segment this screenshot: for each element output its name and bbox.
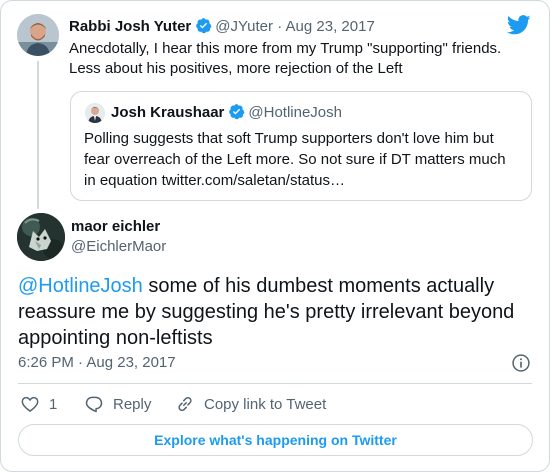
parent-tweet-text: Anecdotally, I hear this more from my Tr…: [69, 40, 502, 77]
person-photo-avatar: [17, 14, 59, 56]
like-count: 1: [49, 395, 58, 413]
like-button[interactable]: 1: [20, 393, 57, 415]
reply-button[interactable]: Reply: [84, 393, 151, 415]
main-author-name[interactable]: maor eichler: [71, 217, 160, 237]
link-chain-icon: [178, 396, 192, 412]
wolf-photo-avatar: [17, 213, 65, 261]
tweet-timestamp[interactable]: 6:26 PM · Aug 23, 2017: [18, 353, 176, 373]
quoted-author-avatar: [85, 103, 105, 123]
info-icon[interactable]: [511, 353, 531, 373]
explore-twitter-button[interactable]: Explore what's happening on Twitter: [18, 424, 533, 456]
verified-badge-icon: [196, 18, 212, 34]
quoted-author-name[interactable]: Josh Kraushaar: [111, 104, 224, 121]
reply-label: Reply: [113, 395, 152, 413]
parent-author-handle[interactable]: @JYuter: [215, 18, 273, 35]
quoted-tweet-header: Josh Kraushaar @HotlineJosh: [111, 103, 342, 123]
header-separator: ·: [277, 18, 283, 35]
quoted-author-handle[interactable]: @HotlineJosh: [248, 104, 342, 121]
heart-icon: [21, 396, 39, 412]
main-author-avatar[interactable]: [17, 213, 65, 261]
actions-divider: [18, 383, 532, 384]
person-photo-avatar: [85, 103, 105, 123]
quoted-tweet[interactable]: Josh Kraushaar @HotlineJosh Polling sugge…: [70, 91, 532, 201]
copy-link-button[interactable]: Copy link to Tweet: [175, 393, 326, 415]
quoted-tweet-text: Polling suggests that soft Trump support…: [84, 130, 506, 189]
parent-tweet-header: Rabbi Josh Yuter @JYuter · Aug 23, 2017: [69, 17, 375, 37]
copy-link-label: Copy link to Tweet: [204, 395, 327, 413]
reply-bubble-icon: [85, 396, 103, 413]
embedded-tweet-card: Rabbi Josh Yuter @JYuter · Aug 23, 2017 A…: [0, 0, 550, 472]
parent-tweet-date[interactable]: Aug 23, 2017: [286, 18, 375, 35]
verified-badge-icon: [229, 104, 245, 120]
thread-connector-line: [37, 61, 39, 209]
parent-author-name[interactable]: Rabbi Josh Yuter: [69, 18, 191, 35]
main-author-handle[interactable]: @EichlerMaor: [71, 237, 166, 257]
main-tweet-text: @HotlineJosh some of his dumbest moments…: [18, 273, 533, 351]
parent-author-avatar[interactable]: [17, 14, 59, 56]
mention-link[interactable]: @HotlineJosh: [18, 275, 143, 297]
twitter-bird-icon[interactable]: [507, 15, 531, 35]
